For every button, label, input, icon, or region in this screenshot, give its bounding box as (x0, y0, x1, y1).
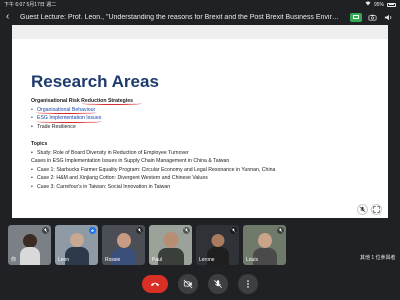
mic-off-icon (359, 206, 366, 213)
hang-up-icon (150, 282, 160, 287)
participant-tile[interactable]: 你 (8, 225, 51, 265)
participant-mic-status (277, 227, 284, 234)
status-time-date: 下午 6:07 5月17日 週二 (4, 1, 365, 8)
slide-line: Case 3: Carrefour's in Taiwan: Social In… (31, 183, 381, 192)
status-bar: 下午 6:07 5月17日 週二 95% (0, 0, 400, 9)
status-time: 下午 6:07 (4, 2, 26, 8)
participant-tile[interactable]: Rossie (102, 225, 145, 265)
more-vertical-icon (247, 280, 249, 288)
participant-mic-status (230, 227, 237, 234)
participant-mic-status (183, 227, 190, 234)
shared-slide: Research Areas Organisational Risk Reduc… (12, 25, 388, 218)
present-screen-icon (353, 15, 359, 19)
more-options-button[interactable] (238, 274, 258, 294)
mic-off-icon (184, 228, 189, 233)
annotation-underline (36, 111, 96, 114)
participant-video (257, 233, 272, 248)
mute-presenter-button[interactable] (357, 204, 368, 215)
participant-tile[interactable]: Leon (55, 225, 98, 265)
participant-video (163, 232, 178, 248)
mic-off-icon (43, 228, 48, 233)
participant-video (69, 233, 84, 247)
participant-mic-status (89, 227, 96, 234)
mic-off-icon (137, 228, 142, 233)
annotation-underline (36, 120, 102, 123)
slide-line: Study: Role of Board Diversity in Reduct… (31, 149, 381, 158)
other-participants-label[interactable]: 其他 1 位參與者 (360, 254, 400, 261)
slide-line: Topics (31, 140, 48, 147)
switch-camera-icon (368, 14, 376, 21)
switch-camera-button[interactable] (366, 13, 378, 22)
status-date: 5月17日 週二 (26, 2, 57, 8)
slide-line: Case 2: H&M and Xinjiang Cotton: Diverge… (31, 174, 381, 183)
fullscreen-button[interactable] (371, 204, 382, 215)
end-call-button[interactable] (142, 275, 168, 293)
participant-name: 你 (11, 257, 17, 263)
presenting-indicator-button[interactable] (350, 12, 362, 22)
back-chevron-icon[interactable]: ‹ (6, 12, 20, 22)
expand-icon (373, 206, 380, 213)
wifi-icon (365, 1, 371, 8)
participant-video (116, 233, 131, 248)
camera-toggle-button[interactable] (178, 274, 198, 294)
participant-video (19, 247, 40, 265)
participant-video (22, 234, 37, 248)
meeting-title: Guest Lecture: Prof. Leon., "Understandi… (20, 13, 346, 21)
participant-strip: 你 Leon Rossie Paul Lerone Louis (8, 225, 286, 265)
mic-off-icon (213, 279, 223, 289)
participant-name: Lerone (199, 257, 215, 263)
speaker-icon (384, 14, 391, 20)
slide-line: Organisational Risk Reduction Strategies (31, 98, 134, 104)
annotation-underline (82, 102, 142, 105)
mic-off-icon (231, 228, 236, 233)
slide-line: Trade Resilience (31, 123, 381, 132)
mic-off-icon (278, 228, 283, 233)
slide-line: Case 1: Starbucks Farmer Equality Progra… (31, 166, 381, 175)
participant-mic-status (136, 227, 143, 234)
status-right: 95% (365, 1, 396, 8)
participant-mic-status (42, 227, 49, 234)
battery-percent: 95% (373, 1, 384, 8)
slide-heading: Research Areas (31, 72, 159, 91)
participant-name: Leon (58, 257, 70, 263)
participant-name: Rossie (105, 257, 121, 263)
camera-off-icon (183, 279, 193, 289)
slide-line: Cases in ESG Implementation Issues in Su… (31, 158, 230, 165)
speaking-icon (91, 229, 95, 232)
participant-video (211, 234, 224, 247)
meeting-title-bar: ‹ Guest Lecture: Prof. Leon., "Understan… (0, 9, 400, 25)
call-controls (0, 272, 400, 296)
slide-gap (31, 131, 381, 140)
participant-name: Louis (246, 257, 258, 263)
battery-icon (387, 2, 396, 7)
participant-name: Paul (152, 257, 163, 263)
microphone-toggle-button[interactable] (208, 274, 228, 294)
participant-tile[interactable]: Paul (149, 225, 192, 265)
participant-tile[interactable]: Lerone (196, 225, 239, 265)
participant-tile[interactable]: Louis (243, 225, 286, 265)
slide-top-band (12, 25, 388, 39)
audio-output-button[interactable] (382, 13, 394, 22)
